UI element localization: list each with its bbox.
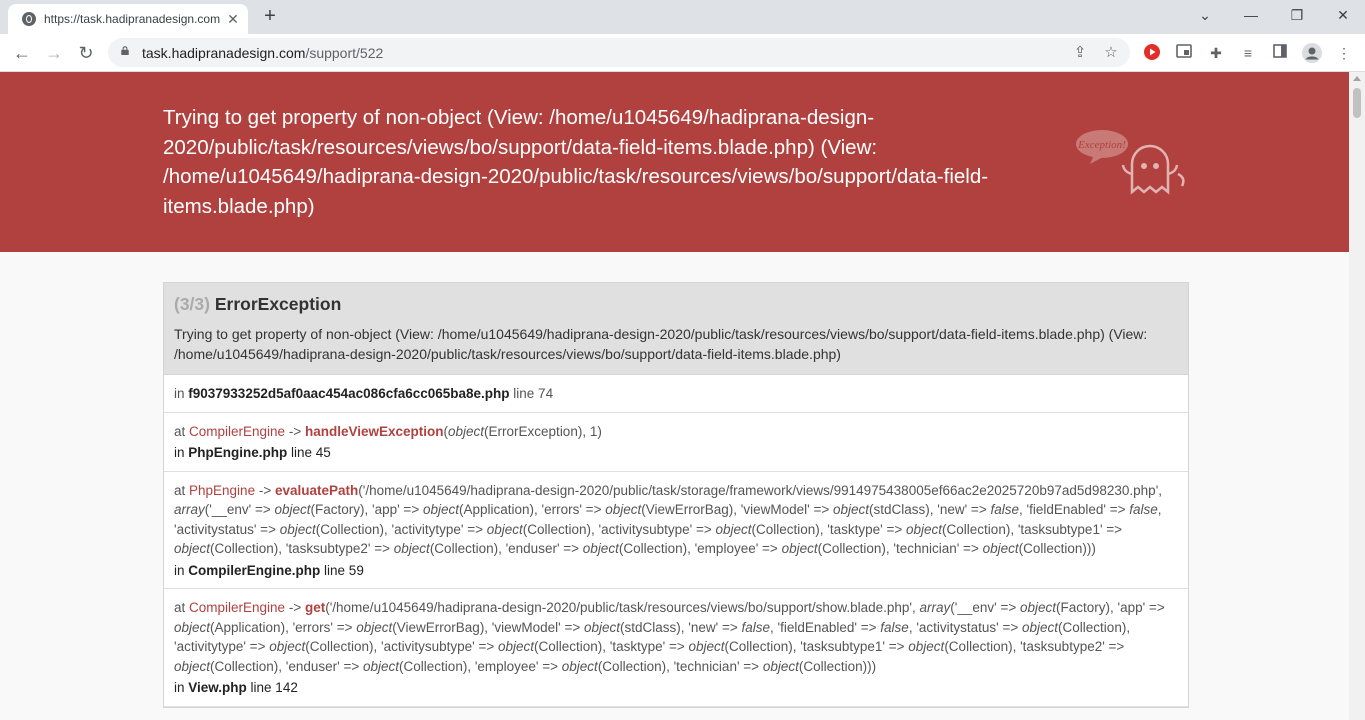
reload-button[interactable]: ↻ <box>74 41 98 65</box>
trace-line: line 142 <box>250 680 298 695</box>
scrollbar-thumb[interactable] <box>1353 88 1361 118</box>
media-playlist-icon[interactable]: ≡ <box>1238 43 1258 63</box>
tab-search-icon[interactable]: ⌄ <box>1191 4 1219 26</box>
tab-title: https://task.hadipranadesign.com <box>44 12 221 26</box>
share-icon[interactable]: ⇪ <box>1070 43 1090 63</box>
trace-function: handleViewException <box>304 423 444 439</box>
tab-strip: https://task.hadipranadesign.com ✕ + ⌄ —… <box>0 0 1365 34</box>
exception-type: ErrorException <box>214 294 342 314</box>
restore-button[interactable]: ❐ <box>1283 4 1311 26</box>
trace-item: at CompilerEngine -> handleViewException… <box>164 413 1188 472</box>
exception-title: Trying to get property of non-object (Vi… <box>163 106 989 218</box>
address-bar[interactable]: task.hadipranadesign.com/support/522 ⇪ ☆ <box>108 38 1130 67</box>
lock-icon <box>121 46 129 55</box>
trace-file: PhpEngine.php <box>188 445 288 460</box>
close-window-button[interactable]: ✕ <box>1329 4 1357 26</box>
trace-line: line 74 <box>513 386 554 401</box>
url-path: /support/522 <box>305 45 384 61</box>
menu-kebab-icon[interactable]: ⋮ <box>1334 43 1354 63</box>
exception-message: Trying to get property of non-object (Vi… <box>174 326 1148 362</box>
trace-function: evaluatePath <box>274 482 359 498</box>
minimize-button[interactable]: — <box>1237 4 1265 26</box>
trace-line: line 45 <box>291 445 331 460</box>
trace-args: (object(ErrorException), 1) <box>443 423 602 439</box>
exception-count: (3/3) <box>174 294 210 314</box>
exception-ghost-icon: Exception! <box>1076 130 1185 195</box>
trace-class: CompilerEngine <box>189 423 286 439</box>
trace-file: CompilerEngine.php <box>188 562 321 578</box>
exception-block: (3/3) ErrorException Trying to get prope… <box>163 282 1189 708</box>
trace-file: View.php <box>188 680 247 695</box>
vertical-scrollbar[interactable] <box>1349 72 1365 720</box>
url-host: task.hadipranadesign.com <box>142 45 306 61</box>
trace-line: line 59 <box>324 562 364 578</box>
new-tab-button[interactable]: + <box>259 6 281 28</box>
side-panel-icon[interactable] <box>1270 43 1290 63</box>
globe-icon <box>22 12 36 26</box>
picture-in-picture-icon[interactable] <box>1174 43 1194 63</box>
bookmark-star-icon[interactable]: ☆ <box>1101 43 1121 63</box>
page-viewport: Trying to get property of non-object (Vi… <box>0 72 1349 720</box>
extensions-puzzle-icon[interactable]: ✚ <box>1206 43 1226 63</box>
scroll-up-arrow-icon[interactable] <box>1353 76 1361 81</box>
exception-heading: (3/3) ErrorException <box>174 294 1178 315</box>
back-button[interactable]: ← <box>10 41 34 65</box>
trace-item: at CompilerEngine -> get('/home/u1045649… <box>164 589 1188 707</box>
trace-class: CompilerEngine <box>189 600 286 615</box>
exception-header: Trying to get property of non-object (Vi… <box>0 72 1349 252</box>
trace-item: in f9037933252d5af0aac454ac086cfa6cc065b… <box>164 375 1188 413</box>
trace-item: at PhpEngine -> evaluatePath('/home/u104… <box>164 472 1188 589</box>
profile-avatar-icon[interactable] <box>1302 43 1322 63</box>
forward-button[interactable]: → <box>42 41 66 65</box>
browser-toolbar: ← → ↻ task.hadipranadesign.com/support/5… <box>0 34 1365 72</box>
exception-content: (3/3) ErrorException Trying to get prope… <box>0 252 1349 720</box>
trace-file: f9037933252d5af0aac454ac086cfa6cc065ba8e… <box>188 386 510 401</box>
trace-class: PhpEngine <box>189 482 256 498</box>
youtube-extension-icon[interactable] <box>1142 43 1162 63</box>
browser-tab[interactable]: https://task.hadipranadesign.com ✕ <box>8 4 248 34</box>
close-tab-icon[interactable]: ✕ <box>224 10 242 28</box>
exception-ghost-label: Exception! <box>1077 139 1126 151</box>
url-text: task.hadipranadesign.com/support/522 <box>142 45 383 61</box>
stack-trace: in f9037933252d5af0aac454ac086cfa6cc065b… <box>164 375 1188 707</box>
trace-function: get <box>304 600 326 615</box>
exception-summary: (3/3) ErrorException Trying to get prope… <box>164 283 1188 375</box>
